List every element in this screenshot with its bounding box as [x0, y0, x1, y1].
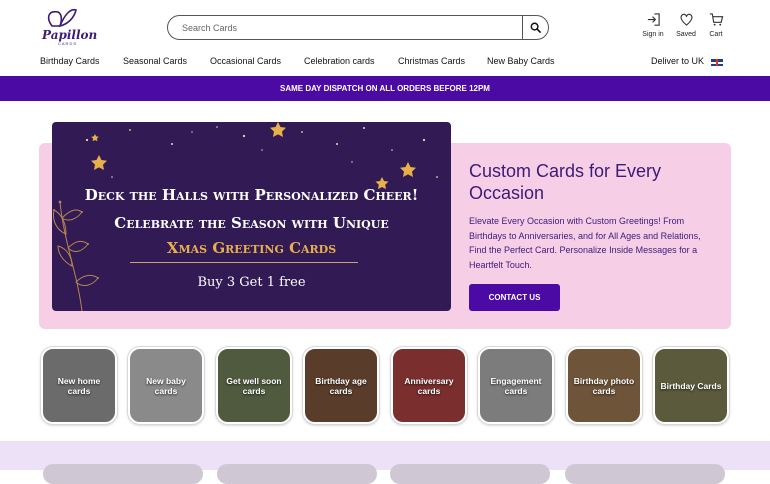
logo-text: Papillon: [42, 28, 98, 42]
sign-in-link[interactable]: Sign in: [638, 12, 668, 38]
cart-label: Cart: [709, 31, 723, 38]
hero-title: Custom Cards for Every Occasion: [469, 161, 662, 203]
search-button[interactable]: [522, 16, 548, 39]
nav-item-birthday-cards[interactable]: Birthday Cards: [40, 56, 100, 66]
promo-highlight: Xmas Greeting Cards: [166, 239, 337, 257]
category-label: Anniversary cards: [404, 375, 454, 396]
saved-link[interactable]: Saved: [671, 12, 701, 38]
category-label: Engagement cards: [490, 375, 542, 396]
category-label: New baby cards: [146, 375, 186, 396]
category-label: New home cards: [57, 375, 101, 396]
category-label: Birthday Cards: [660, 380, 722, 391]
site-header: Papillon CARDS Sign in Saved Cart: [0, 0, 770, 48]
cart-link[interactable]: Cart: [701, 12, 731, 38]
search-bar: [167, 15, 549, 40]
sign-in-label: Sign in: [642, 31, 664, 38]
promo-divider: [130, 262, 358, 263]
sign-in-icon: [647, 13, 660, 26]
promo-offer: Buy 3 Get 1 free: [197, 275, 306, 290]
contact-us-button[interactable]: CONTACT US: [469, 284, 560, 311]
cart-icon: [709, 13, 723, 26]
category-birthday-cards[interactable]: Birthday Cards: [653, 347, 729, 424]
main-nav: Birthday Cards Seasonal Cards Occasional…: [0, 56, 770, 70]
uk-flag-icon: [711, 59, 723, 66]
search-icon: [530, 22, 541, 33]
heart-icon: [679, 13, 693, 26]
category-new-baby[interactable]: New baby cards: [128, 347, 204, 424]
category-birthday-photo[interactable]: Birthday photo cards: [566, 347, 642, 424]
nav-item-celebration-cards[interactable]: Celebration cards: [304, 56, 375, 66]
featured-card[interactable]: [217, 464, 377, 484]
featured-card[interactable]: [565, 464, 725, 484]
nav-item-seasonal-cards[interactable]: Seasonal Cards: [123, 56, 187, 66]
papillon-logo[interactable]: Papillon CARDS: [40, 6, 97, 46]
logo-subtext: CARDS: [58, 41, 78, 46]
nav-item-occasional-cards[interactable]: Occasional Cards: [210, 56, 281, 66]
category-label: Birthday age cards: [315, 375, 367, 396]
category-anniversary[interactable]: Anniversary cards: [391, 347, 467, 424]
category-label: Get well soon cards: [226, 375, 282, 396]
dispatch-banner: SAME DAY DISPATCH ON ALL ORDERS BEFORE 1…: [0, 76, 770, 101]
promo-headline: Deck the Halls with Personalized Cheer!: [84, 186, 419, 204]
saved-label: Saved: [676, 31, 696, 38]
nav-item-new-baby-cards[interactable]: New Baby Cards: [487, 56, 555, 66]
promo-subheadline: Celebrate the Season with Unique: [114, 214, 389, 232]
category-label: Birthday photo cards: [573, 375, 635, 396]
search-input[interactable]: [182, 20, 512, 36]
featured-card[interactable]: [390, 464, 550, 484]
category-engagement[interactable]: Engagement cards: [478, 347, 554, 424]
nav-item-christmas-cards[interactable]: Christmas Cards: [398, 56, 465, 66]
deliver-to-selector[interactable]: Deliver to UK: [651, 56, 704, 66]
category-birthday-age[interactable]: Birthday age cards: [303, 347, 379, 424]
hero-description: Elevate Every Occasion with Custom Greet…: [469, 216, 701, 270]
promo-card[interactable]: Deck the Halls with Personalized Cheer! …: [52, 122, 451, 311]
butterfly-icon: [47, 8, 77, 28]
featured-card[interactable]: [43, 464, 203, 484]
category-new-home[interactable]: New home cards: [41, 347, 117, 424]
category-get-well-soon[interactable]: Get well soon cards: [216, 347, 292, 424]
